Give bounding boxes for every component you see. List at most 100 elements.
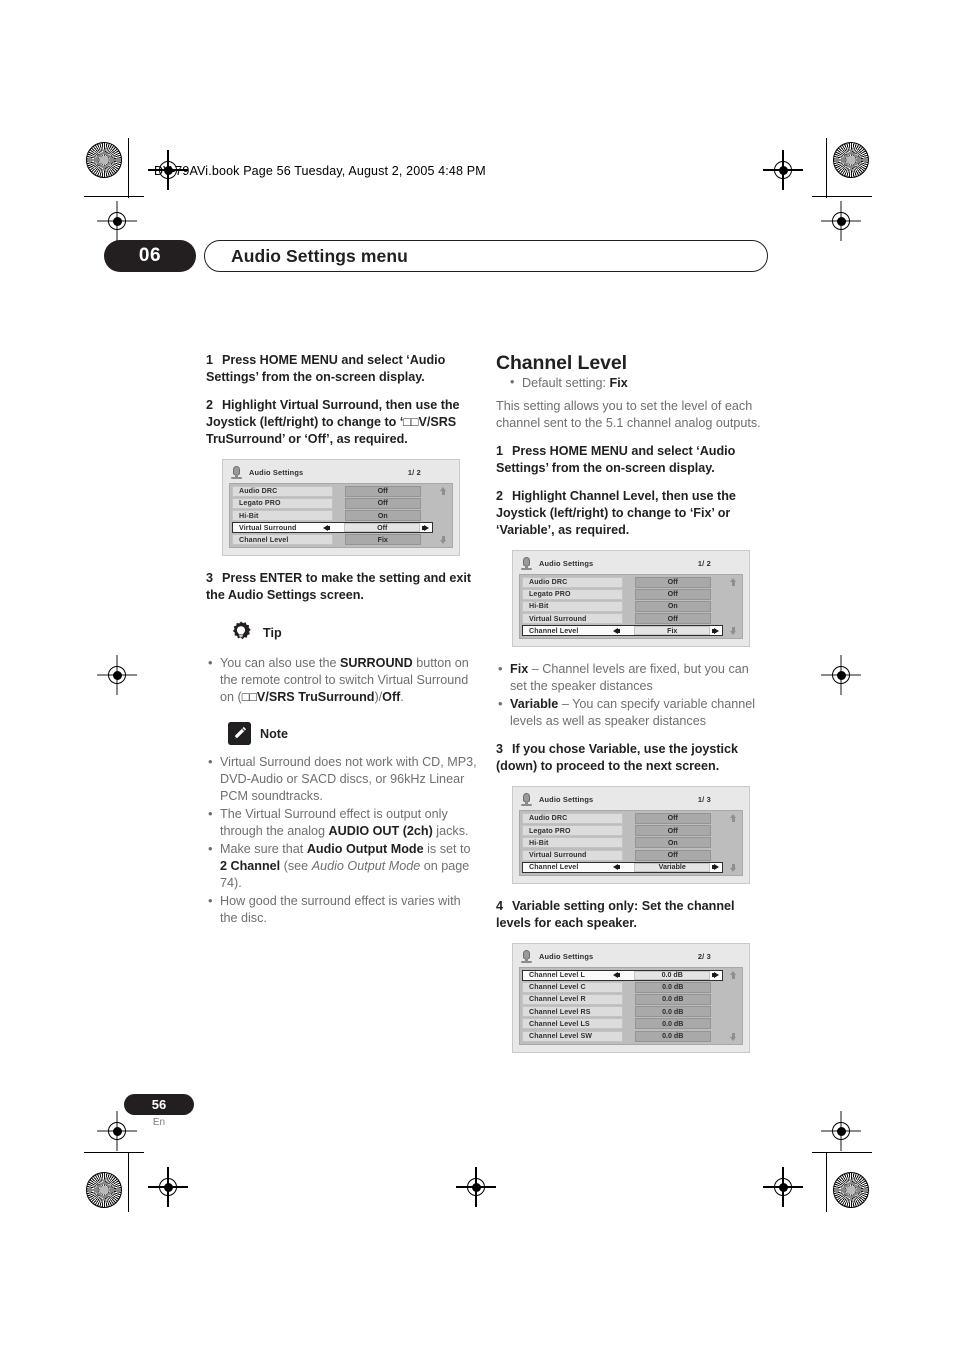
- osd-row-label: Audio DRC: [522, 812, 623, 824]
- option-term: Fix: [510, 662, 529, 677]
- osd-row-label: Legato PRO: [522, 588, 623, 600]
- osd-row-label: Legato PRO: [522, 825, 623, 837]
- osd-page-indicator: 2/ 3: [697, 951, 711, 961]
- osd-row-value[interactable]: Off: [623, 812, 724, 824]
- scroll-down-icon[interactable]: [729, 863, 737, 872]
- osd-row-label: Virtual Surround: [522, 849, 623, 861]
- osd-row[interactable]: Legato PRO Off: [522, 588, 724, 600]
- osd-row-value-text: Fix: [344, 534, 421, 546]
- osd-title: Audio Settings: [539, 558, 594, 568]
- default-setting-label: Default setting:: [522, 376, 607, 390]
- osd-row-value[interactable]: Off: [623, 588, 724, 600]
- scroll-up-icon[interactable]: [729, 970, 737, 979]
- osd-row-value[interactable]: On: [623, 600, 724, 612]
- osd-scrollbar[interactable]: [726, 577, 740, 637]
- osd-row-value[interactable]: 0.0 dB: [623, 1018, 724, 1030]
- option-desc: Channel levels are fixed, but you can se…: [510, 662, 749, 694]
- list-item: How good the surround effect is varies w…: [206, 892, 478, 927]
- osd-row[interactable]: Channel Level Fix: [232, 534, 434, 546]
- osd-scrollbar[interactable]: [726, 813, 740, 873]
- osd-scrollbar[interactable]: [726, 970, 740, 1042]
- osd-page-indicator: 1/ 2: [697, 558, 711, 568]
- left-step-3-number: 3: [206, 571, 213, 586]
- osd-row[interactable]: Hi-Bit On: [522, 600, 724, 612]
- osd-row-value-text: On: [634, 600, 711, 612]
- osd-row-value[interactable]: 0.0 dB: [623, 1006, 724, 1018]
- crop-mark-top-left-v: [128, 138, 130, 198]
- osd-page-indicator: 1/ 2: [407, 467, 421, 477]
- right-arrow-icon[interactable]: [422, 524, 429, 531]
- right-column: Channel Level Default setting: Fix This …: [496, 352, 768, 1067]
- osd-row[interactable]: Channel Level SW 0.0 dB: [522, 1030, 724, 1042]
- osd-row[interactable]: Channel Level LS 0.0 dB: [522, 1018, 724, 1030]
- scroll-up-icon[interactable]: [729, 577, 737, 586]
- osd-header: Audio Settings 1/ 3: [519, 792, 743, 810]
- right-step-4: 4 Variable setting only: Set the channel …: [496, 898, 768, 932]
- pencil-icon: [228, 722, 251, 746]
- registration-cross-upper-left: [97, 201, 137, 241]
- registration-cross-lower-right: [821, 1111, 861, 1151]
- osd-row-value[interactable]: Off: [623, 576, 724, 588]
- scroll-up-icon[interactable]: [729, 813, 737, 822]
- scroll-down-icon[interactable]: [729, 1032, 737, 1041]
- osd-row-label: Audio DRC: [232, 485, 333, 497]
- osd-row[interactable]: Channel Level RS 0.0 dB: [522, 1006, 724, 1018]
- osd-row-value[interactable]: Fix: [333, 534, 434, 546]
- osd-row-value[interactable]: Off: [623, 825, 724, 837]
- osd-row-value[interactable]: On: [623, 837, 724, 849]
- osd-row-value[interactable]: 0.0 dB: [612, 969, 723, 981]
- osd-row-value[interactable]: Off: [322, 522, 433, 534]
- osd-row-value[interactable]: Fix: [612, 625, 723, 637]
- osd-row[interactable]: Audio DRC Off: [522, 576, 724, 588]
- registration-star-bottom-left: [86, 1172, 122, 1208]
- osd-row-value[interactable]: Off: [333, 485, 434, 497]
- left-arrow-icon[interactable]: [612, 972, 620, 979]
- list-item: The Virtual Surround effect is output on…: [206, 805, 478, 840]
- osd-row-value-text: On: [634, 837, 711, 849]
- osd-row-selected[interactable]: Channel Level Fix: [522, 625, 723, 637]
- osd-row-selected[interactable]: Virtual Surround Off: [232, 522, 433, 534]
- osd-row-value[interactable]: On: [333, 510, 434, 522]
- right-step-1-number: 1: [496, 443, 503, 458]
- right-arrow-icon[interactable]: [712, 972, 719, 979]
- osd-row[interactable]: Hi-Bit On: [522, 837, 724, 849]
- osd-row[interactable]: Virtual Surround Off: [522, 613, 724, 625]
- registration-cross-mid-right: [821, 655, 861, 695]
- right-step-3-number: 3: [496, 742, 503, 757]
- registration-cross-upper-right: [821, 201, 861, 241]
- osd-row[interactable]: Audio DRC Off: [522, 812, 724, 824]
- left-arrow-icon[interactable]: [612, 864, 620, 871]
- osd-row[interactable]: Audio DRC Off: [232, 485, 434, 497]
- osd-row-value-text: Off: [344, 523, 421, 533]
- tip-label: Tip: [263, 626, 282, 641]
- osd-scrollbar[interactable]: [436, 486, 450, 546]
- osd-row-value[interactable]: 0.0 dB: [623, 981, 724, 993]
- osd-row-value[interactable]: Off: [333, 497, 434, 509]
- right-arrow-icon[interactable]: [712, 627, 719, 634]
- osd-row[interactable]: Hi-Bit On: [232, 510, 434, 522]
- osd-row[interactable]: Virtual Surround Off: [522, 849, 724, 861]
- osd-row[interactable]: Legato PRO Off: [522, 825, 724, 837]
- scroll-down-icon[interactable]: [729, 627, 737, 636]
- osd-row-value-text: Off: [634, 613, 711, 625]
- scroll-down-icon[interactable]: [439, 536, 447, 545]
- scroll-up-icon[interactable]: [439, 486, 447, 495]
- osd-row-value[interactable]: Variable: [612, 861, 723, 873]
- osd-row-value[interactable]: 0.0 dB: [623, 1030, 724, 1042]
- osd-row[interactable]: Legato PRO Off: [232, 497, 434, 509]
- book-file-path-line: DV-79AVi.book Page 56 Tuesday, August 2,…: [154, 164, 486, 178]
- osd-row-value[interactable]: 0.0 dB: [623, 993, 724, 1005]
- osd-row-value-text: 0.0 dB: [634, 993, 711, 1005]
- osd-row[interactable]: Channel Level C 0.0 dB: [522, 981, 724, 993]
- osd-row-selected[interactable]: Channel Level L 0.0 dB: [522, 969, 723, 981]
- osd-row-value[interactable]: Off: [623, 849, 724, 861]
- registration-cross-bottom-left: [148, 1167, 188, 1207]
- right-arrow-icon[interactable]: [712, 864, 719, 871]
- left-arrow-icon[interactable]: [612, 627, 620, 634]
- osd-row[interactable]: Channel Level R 0.0 dB: [522, 993, 724, 1005]
- crop-mark-top-right-v: [826, 138, 828, 198]
- osd-row-value[interactable]: Off: [623, 613, 724, 625]
- left-arrow-icon[interactable]: [322, 524, 330, 531]
- osd-row-selected[interactable]: Channel Level Variable: [522, 861, 723, 873]
- page-language-code: En: [152, 1117, 166, 1128]
